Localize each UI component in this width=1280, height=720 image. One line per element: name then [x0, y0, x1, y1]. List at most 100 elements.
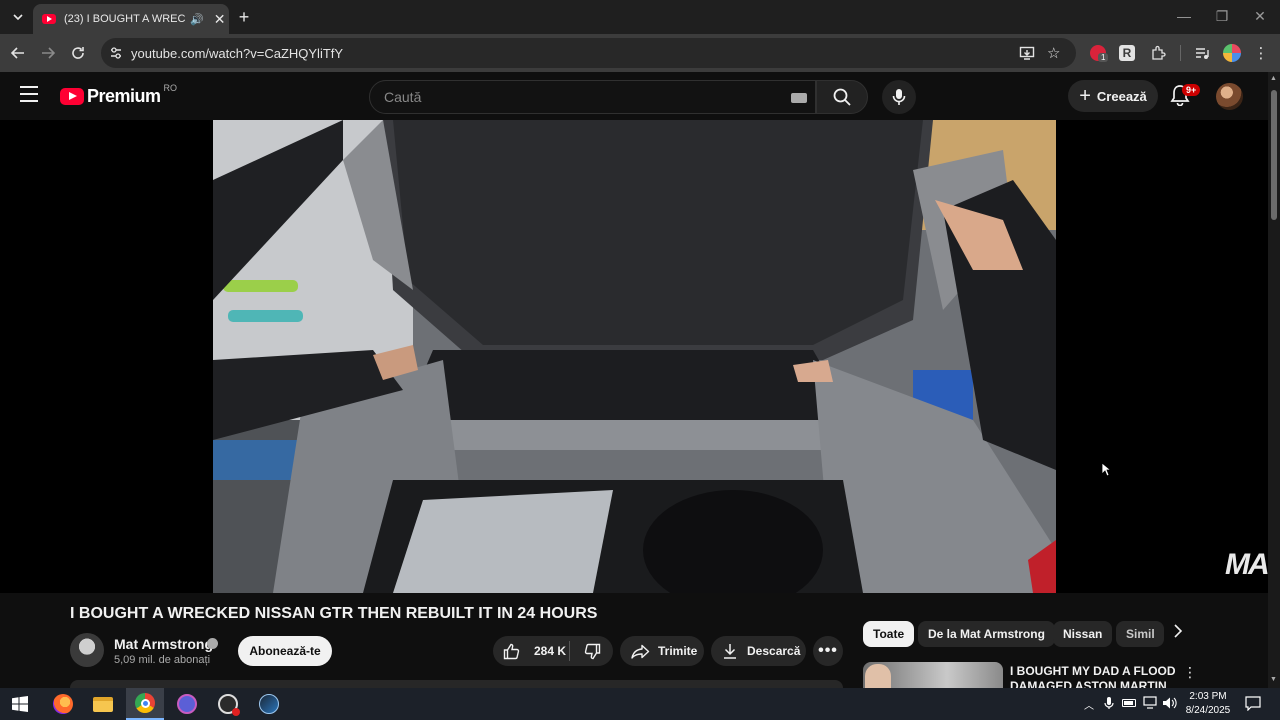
video-frame-image — [213, 120, 1056, 593]
thumbs-up-icon — [503, 643, 520, 659]
r-extension-icon[interactable]: R — [1117, 43, 1137, 63]
install-app-icon[interactable] — [1019, 45, 1035, 61]
create-label: Creează — [1096, 88, 1147, 104]
chevron-right-icon[interactable] — [1168, 624, 1188, 644]
discord-like-app-icon[interactable] — [168, 688, 206, 720]
clock-date: 8/24/2025 — [1185, 705, 1231, 716]
search-button[interactable] — [816, 80, 868, 114]
firefox-icon[interactable] — [44, 688, 82, 720]
plus-icon: + — [1079, 84, 1091, 107]
chrome-menu-icon[interactable]: ⋮ — [1251, 43, 1271, 63]
logo-text: Premium — [87, 86, 161, 106]
forward-arrow-icon[interactable] — [38, 43, 58, 63]
channel-avatar[interactable] — [70, 633, 104, 667]
subscribe-button[interactable]: Abonează-te — [238, 636, 332, 666]
adblock-extension-icon[interactable]: 1 — [1088, 43, 1109, 63]
windows-taskbar: ︿ 2:03 PM 8/24/2025 — [0, 688, 1280, 720]
video-player[interactable]: MA — [0, 120, 1270, 593]
share-arrow-icon — [631, 644, 650, 659]
account-avatar[interactable] — [1216, 83, 1243, 110]
scroll-down-arrow-icon[interactable]: ▼ — [1270, 676, 1277, 683]
share-button[interactable]: Trimite — [620, 636, 704, 666]
video-title: I BOUGHT A WRECKED NISSAN GTR THEN REBUI… — [70, 605, 598, 622]
chrome-taskbar-icon[interactable] — [126, 688, 164, 720]
chip-from-channel[interactable]: De la Mat Armstrong — [918, 621, 1055, 647]
download-icon — [724, 644, 736, 659]
notification-center-icon[interactable] — [1245, 696, 1261, 716]
extensions-puzzle-icon[interactable] — [1148, 43, 1168, 63]
chip-similar[interactable]: Simil — [1116, 621, 1164, 647]
window-close-icon[interactable]: ✕ — [1250, 8, 1270, 26]
recommendation-thumbnail[interactable] — [863, 662, 1003, 688]
subscriber-count: 5,09 mil. de abonați — [114, 654, 211, 666]
youtube-play-logo-icon — [60, 88, 84, 105]
voice-search-button[interactable] — [882, 80, 916, 114]
create-button[interactable]: + Creează — [1068, 80, 1158, 112]
bookmark-star-icon[interactable]: ☆ — [1047, 44, 1060, 62]
youtube-header: Premium RO + Creează 9+ — [0, 72, 1268, 120]
hamburger-menu-icon[interactable] — [20, 86, 40, 104]
reload-icon[interactable] — [68, 43, 88, 63]
video-frame[interactable] — [213, 120, 1056, 593]
profile-avatar-icon[interactable] — [1222, 43, 1242, 63]
browser-tab-active[interactable]: (23) I BOUGHT A WRECKED 🔊 ✕ — [33, 4, 229, 34]
windows-start-icon[interactable] — [1, 688, 39, 720]
download-label: Descarcă — [747, 644, 801, 658]
channel-watermark: MA — [1225, 548, 1270, 581]
tab-search-button[interactable] — [7, 6, 29, 28]
chip-all[interactable]: Toate — [863, 621, 915, 647]
mouse-cursor-icon — [1101, 462, 1111, 477]
search-icon — [833, 88, 851, 106]
download-button[interactable]: Descarcă — [711, 636, 806, 666]
extension-badge: 1 — [1098, 53, 1109, 62]
like-count: 284 K — [534, 644, 567, 658]
network-icon[interactable] — [1143, 696, 1159, 715]
keyboard-icon[interactable] — [791, 93, 807, 103]
youtube-favicon-icon — [42, 14, 56, 24]
country-code: RO — [163, 82, 178, 93]
like-dislike-group: 284 K — [493, 636, 613, 666]
dislike-button[interactable] — [571, 636, 613, 666]
search-box — [369, 80, 816, 114]
search-input[interactable] — [384, 89, 764, 105]
page-scrollbar[interactable]: ▲ ▼ — [1268, 72, 1280, 688]
scrollbar-thumb[interactable] — [1271, 90, 1277, 220]
like-button[interactable]: 284 K — [493, 636, 569, 666]
chevron-down-icon — [13, 13, 23, 20]
file-explorer-icon[interactable] — [84, 688, 122, 720]
notification-count-badge: 9+ — [1182, 84, 1201, 96]
battery-icon[interactable] — [1122, 699, 1136, 707]
more-actions-button[interactable]: ••• — [813, 636, 843, 666]
like-divider — [569, 641, 570, 661]
tray-microphone-icon[interactable] — [1104, 696, 1114, 715]
media-controls-icon[interactable] — [1192, 43, 1212, 63]
taskbar-clock[interactable]: 2:03 PM 8/24/2025 — [1180, 690, 1236, 718]
chip-nissan[interactable]: Nissan — [1053, 621, 1113, 647]
steam-icon[interactable] — [250, 688, 288, 720]
volume-icon[interactable] — [1162, 696, 1178, 715]
tray-expand-icon[interactable]: ︿ — [1084, 697, 1094, 712]
youtube-premium-logo[interactable]: Premium RO — [60, 82, 178, 107]
vertical-more-icon[interactable]: ⋮ — [1183, 664, 1197, 681]
microphone-icon — [892, 89, 906, 105]
browser-toolbar: youtube.com/watch?v=CaZHQYliTfY ☆ 1 R ⋮ — [0, 34, 1280, 72]
back-arrow-icon[interactable] — [8, 43, 28, 63]
recommendation-title[interactable]: I BOUGHT MY DAD A FLOOD DAMAGED ASTON MA… — [1010, 664, 1180, 688]
share-label: Trimite — [658, 644, 698, 658]
browser-tab-strip: (23) I BOUGHT A WRECKED 🔊 ✕ + — ❐ ✕ — [0, 0, 1280, 34]
channel-name[interactable]: Mat Armstrong — [114, 636, 213, 652]
tab-close-icon[interactable]: ✕ — [214, 11, 226, 28]
minimize-icon[interactable]: — — [1174, 8, 1194, 26]
address-bar[interactable]: youtube.com/watch?v=CaZHQYliTfY ☆ — [101, 38, 1076, 68]
thumbnail-face — [865, 664, 891, 688]
new-tab-button[interactable]: + — [235, 7, 253, 28]
site-settings-icon[interactable] — [109, 46, 123, 60]
clock-time: 2:03 PM — [1189, 691, 1227, 702]
thumbs-down-icon — [584, 643, 600, 659]
obs-app-icon[interactable] — [209, 688, 247, 720]
verified-badge-icon — [207, 638, 218, 649]
description-box[interactable] — [70, 680, 843, 688]
scroll-up-arrow-icon[interactable]: ▲ — [1270, 75, 1277, 82]
maximize-icon[interactable]: ❐ — [1212, 8, 1232, 26]
speaker-icon[interactable]: 🔊 — [190, 13, 204, 26]
